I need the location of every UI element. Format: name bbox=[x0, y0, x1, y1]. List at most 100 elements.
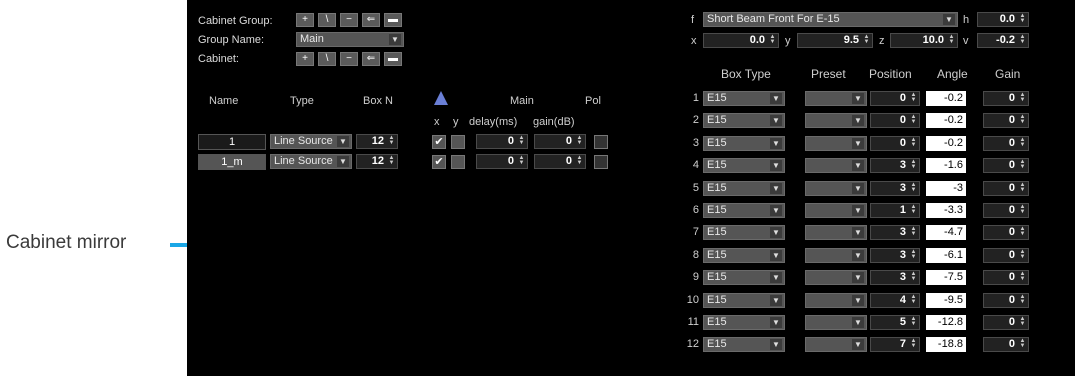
box-gain-stepper[interactable]: 0 ▲ ▼ bbox=[983, 203, 1029, 218]
box-preset-select[interactable]: ▼ bbox=[805, 91, 867, 106]
box-angle-field[interactable]: -18.8 bbox=[926, 337, 966, 352]
polarity-checkbox[interactable] bbox=[594, 155, 608, 169]
box-preset-select[interactable]: ▼ bbox=[805, 181, 867, 196]
box-preset-select[interactable]: ▼ bbox=[805, 270, 867, 285]
cabinet-name-field[interactable]: 1 bbox=[198, 134, 266, 150]
box-angle-field[interactable]: -0.2 bbox=[926, 91, 966, 106]
box-type-select[interactable]: E15 ▼ bbox=[703, 113, 785, 128]
box-position-stepper[interactable]: 3 ▲ ▼ bbox=[870, 270, 920, 285]
v-stepper[interactable]: -0.2 ▲ ▼ bbox=[977, 33, 1029, 48]
box-row-number: 12 bbox=[686, 338, 699, 350]
box-angle-field[interactable]: -9.5 bbox=[926, 293, 966, 308]
cabinet-type-select[interactable]: Line Source ▼ bbox=[270, 134, 352, 149]
box-gain-stepper[interactable]: 0 ▲ ▼ bbox=[983, 158, 1029, 173]
box-type-select[interactable]: E15 ▼ bbox=[703, 136, 785, 151]
add-cabinet-icon[interactable]: + bbox=[296, 52, 314, 66]
edit-cabinet-icon[interactable]: \ bbox=[318, 52, 336, 66]
box-position-stepper[interactable]: 7 ▲ ▼ bbox=[870, 337, 920, 352]
mirror-x-checkbox[interactable]: ✔ bbox=[432, 135, 446, 149]
box-position-stepper[interactable]: 4 ▲ ▼ bbox=[870, 293, 920, 308]
box-n-stepper[interactable]: 12 ▲ ▼ bbox=[356, 154, 398, 169]
box-type-select[interactable]: E15 ▼ bbox=[703, 293, 785, 308]
box-angle-field[interactable]: -1.6 bbox=[926, 158, 966, 173]
box-angle-field[interactable]: -4.7 bbox=[926, 225, 966, 240]
box-type-select[interactable]: E15 ▼ bbox=[703, 248, 785, 263]
box-angle-field[interactable]: -12.8 bbox=[926, 315, 966, 330]
box-preset-select[interactable]: ▼ bbox=[805, 225, 867, 240]
v-value: -0.2 bbox=[996, 34, 1015, 46]
box-gain-stepper[interactable]: 0 ▲ ▼ bbox=[983, 248, 1029, 263]
gain-stepper[interactable]: 0 ▲ ▼ bbox=[534, 134, 586, 149]
box-gain-stepper[interactable]: 0 ▲ ▼ bbox=[983, 91, 1029, 106]
box-gain-stepper[interactable]: 0 ▲ ▼ bbox=[983, 337, 1029, 352]
box-type-select[interactable]: E15 ▼ bbox=[703, 270, 785, 285]
stepper-arrows-icon: ▲ ▼ bbox=[910, 159, 917, 170]
box-type-select[interactable]: E15 ▼ bbox=[703, 203, 785, 218]
box-preset-select[interactable]: ▼ bbox=[805, 337, 867, 352]
box-position-stepper[interactable]: 1 ▲ ▼ bbox=[870, 203, 920, 218]
cabinet-type-select[interactable]: Line Source ▼ bbox=[270, 154, 352, 169]
box-gain-stepper[interactable]: 0 ▲ ▼ bbox=[983, 293, 1029, 308]
box-position-stepper[interactable]: 3 ▲ ▼ bbox=[870, 248, 920, 263]
box-preset-select[interactable]: ▼ bbox=[805, 136, 867, 151]
box-position-stepper[interactable]: 0 ▲ ▼ bbox=[870, 113, 920, 128]
box-position-stepper[interactable]: 0 ▲ ▼ bbox=[870, 91, 920, 106]
box-gain-stepper[interactable]: 0 ▲ ▼ bbox=[983, 181, 1029, 196]
box-position-stepper[interactable]: 3 ▲ ▼ bbox=[870, 158, 920, 173]
box-gain-stepper[interactable]: 0 ▲ ▼ bbox=[983, 315, 1029, 330]
box-type-value: E15 bbox=[707, 159, 727, 171]
box-preset-select[interactable]: ▼ bbox=[805, 203, 867, 218]
import-icon[interactable]: ⇐ bbox=[362, 13, 380, 27]
polarity-checkbox[interactable] bbox=[594, 135, 608, 149]
box-gain-stepper[interactable]: 0 ▲ ▼ bbox=[983, 225, 1029, 240]
box-gain-stepper[interactable]: 0 ▲ ▼ bbox=[983, 113, 1029, 128]
h-label: h bbox=[963, 14, 970, 26]
box-preset-select[interactable]: ▼ bbox=[805, 113, 867, 128]
box-gain-stepper[interactable]: 0 ▲ ▼ bbox=[983, 136, 1029, 151]
box-angle-field[interactable]: -0.2 bbox=[926, 113, 966, 128]
box-type-select[interactable]: E15 ▼ bbox=[703, 181, 785, 196]
box-type-select[interactable]: E15 ▼ bbox=[703, 337, 785, 352]
remove-icon[interactable]: − bbox=[340, 13, 358, 27]
box-type-select[interactable]: E15 ▼ bbox=[703, 315, 785, 330]
box-angle-field[interactable]: -3.3 bbox=[926, 203, 966, 218]
box-angle-field[interactable]: -3 bbox=[926, 181, 966, 196]
box-position-stepper[interactable]: 0 ▲ ▼ bbox=[870, 136, 920, 151]
box-gain-stepper[interactable]: 0 ▲ ▼ bbox=[983, 270, 1029, 285]
x-stepper[interactable]: 0.0 ▲ ▼ bbox=[703, 33, 779, 48]
box-angle-field[interactable]: -7.5 bbox=[926, 270, 966, 285]
edit-icon[interactable]: \ bbox=[318, 13, 336, 27]
box-preset-select[interactable]: ▼ bbox=[805, 158, 867, 173]
box-type-select[interactable]: E15 ▼ bbox=[703, 91, 785, 106]
box-angle-field[interactable]: -0.2 bbox=[926, 136, 966, 151]
box-position-stepper[interactable]: 3 ▲ ▼ bbox=[870, 225, 920, 240]
z-stepper[interactable]: 10.0 ▲ ▼ bbox=[890, 33, 958, 48]
add-icon[interactable]: + bbox=[296, 13, 314, 27]
box-preset-select[interactable]: ▼ bbox=[805, 293, 867, 308]
import-cabinet-icon[interactable]: ⇐ bbox=[362, 52, 380, 66]
y-stepper[interactable]: 9.5 ▲ ▼ bbox=[797, 33, 873, 48]
box-n-stepper[interactable]: 12 ▲ ▼ bbox=[356, 134, 398, 149]
box-type-select[interactable]: E15 ▼ bbox=[703, 158, 785, 173]
mirror-x-checkbox[interactable]: ✔ bbox=[432, 155, 446, 169]
folder-cabinet-icon[interactable]: ▬ bbox=[384, 52, 402, 66]
preset-select[interactable]: Short Beam Front For E-15 ▼ bbox=[703, 12, 958, 27]
box-position-stepper[interactable]: 3 ▲ ▼ bbox=[870, 181, 920, 196]
box-preset-select[interactable]: ▼ bbox=[805, 248, 867, 263]
box-angle-field[interactable]: -6.1 bbox=[926, 248, 966, 263]
box-type-select[interactable]: E15 ▼ bbox=[703, 225, 785, 240]
group-name-select[interactable]: Main ▼ bbox=[296, 32, 404, 47]
gain-stepper[interactable]: 0 ▲ ▼ bbox=[534, 154, 586, 169]
delay-stepper[interactable]: 0 ▲ ▼ bbox=[476, 134, 528, 149]
remove-cabinet-icon[interactable]: − bbox=[340, 52, 358, 66]
h-stepper[interactable]: 0.0 ▲ ▼ bbox=[977, 12, 1029, 27]
header-pol: Pol bbox=[585, 95, 601, 107]
folder-icon[interactable]: ▬ bbox=[384, 13, 402, 27]
box-position-stepper[interactable]: 5 ▲ ▼ bbox=[870, 315, 920, 330]
header-x: x bbox=[434, 116, 440, 128]
mirror-y-checkbox[interactable] bbox=[451, 135, 465, 149]
cabinet-name-field[interactable]: 1_m bbox=[198, 154, 266, 170]
delay-stepper[interactable]: 0 ▲ ▼ bbox=[476, 154, 528, 169]
mirror-y-checkbox[interactable] bbox=[451, 155, 465, 169]
box-preset-select[interactable]: ▼ bbox=[805, 315, 867, 330]
